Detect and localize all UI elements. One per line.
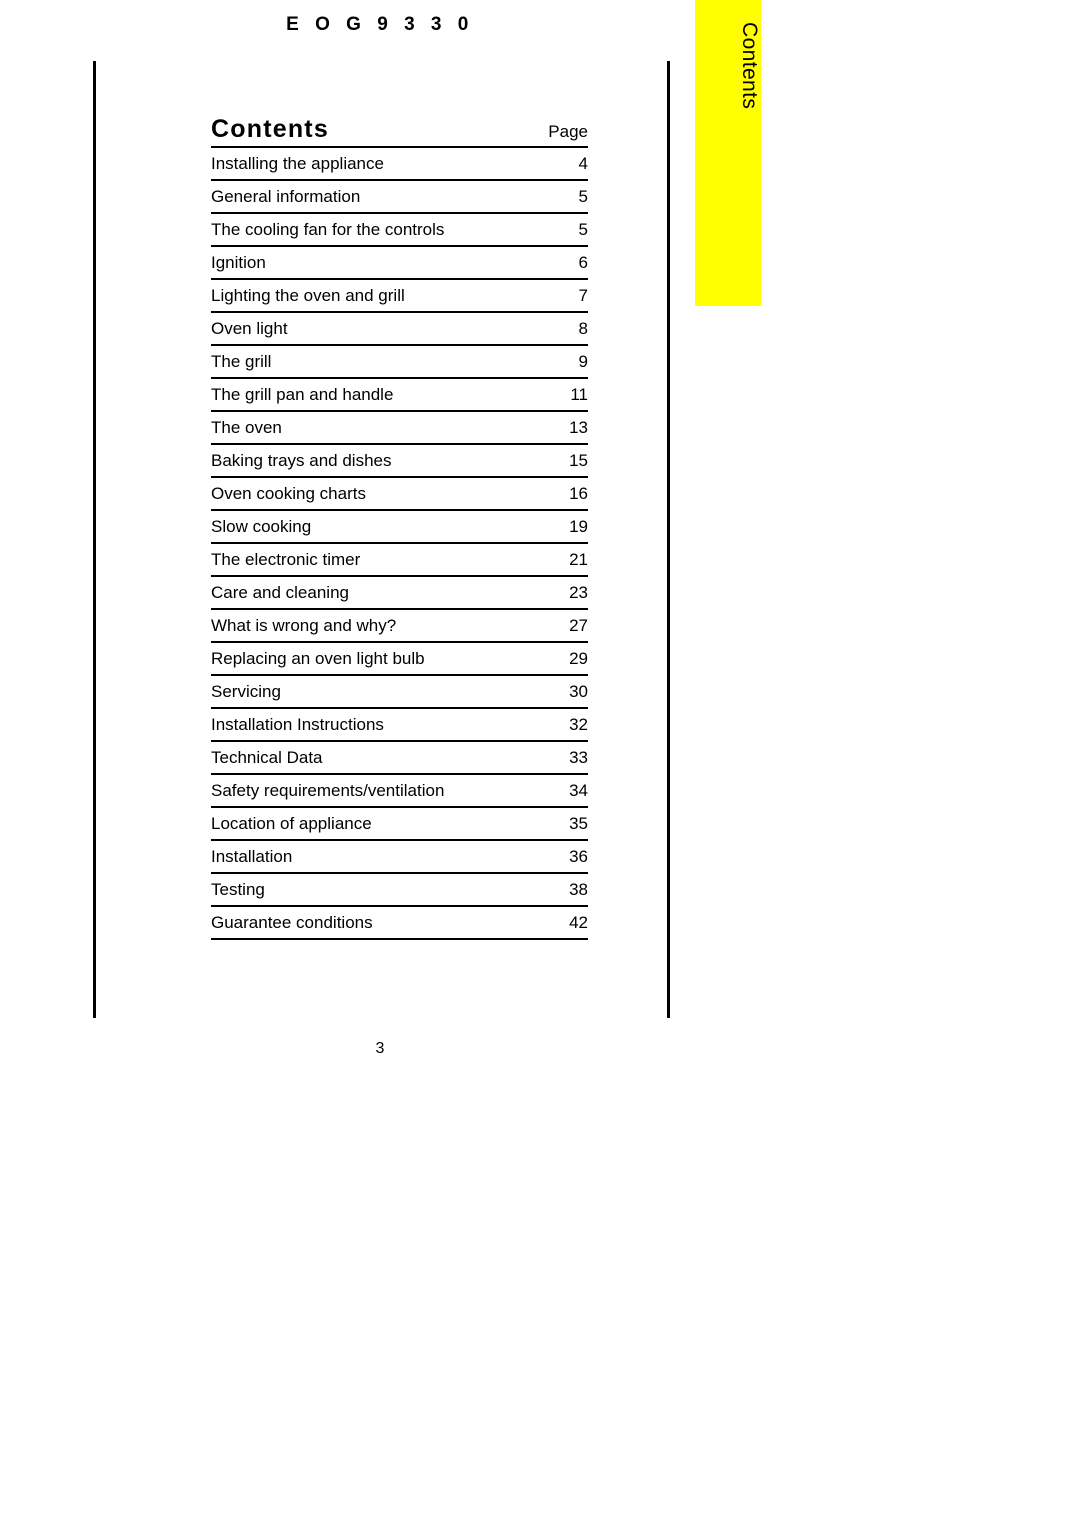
toc-entry-title: Technical Data [211,748,323,767]
toc-entry-title: Replacing an oven light bulb [211,649,425,668]
toc-entry-title: The oven [211,418,282,437]
table-row[interactable]: The oven 13 [211,411,588,444]
toc-entry-page: 33 [569,748,588,767]
toc-entry-page: 42 [569,913,588,932]
table-row[interactable]: Guarantee conditions 42 [211,906,588,939]
table-row[interactable]: The cooling fan for the controls 5 [211,213,588,246]
toc-entry-page: 5 [578,220,588,239]
toc-entry-title: The cooling fan for the controls [211,220,445,239]
toc-entry-page: 15 [569,451,588,470]
table-row[interactable]: Lighting the oven and grill 7 [211,279,588,312]
toc-entry-title: The electronic timer [211,550,361,569]
toc-entry-title: What is wrong and why? [211,616,397,635]
contents-section: Contents Page Installing the appliance 4 G… [211,108,588,940]
toc-entry-title: Oven cooking charts [211,484,366,503]
toc-entry-page: 23 [569,583,588,602]
toc-entry-page: 19 [569,517,588,536]
left-frame-rule [93,61,96,1018]
toc-entry-page: 5 [578,187,588,206]
toc-entry-title: Guarantee conditions [211,913,373,932]
table-row[interactable]: Technical Data 33 [211,741,588,774]
table-row[interactable]: Oven light 8 [211,312,588,345]
table-row[interactable]: General information 5 [211,180,588,213]
table-row[interactable]: Installation 36 [211,840,588,873]
toc-entry-page: 35 [569,814,588,833]
table-row[interactable]: Installing the appliance 4 [211,147,588,180]
toc-entry-title: Installation [211,847,293,866]
table-row[interactable]: Slow cooking 19 [211,510,588,543]
toc-entry-page: 8 [578,319,588,338]
running-header-model: E O G 9 3 3 0 [286,14,474,35]
toc-entry-title: Testing [211,880,265,899]
toc-entry-page: 34 [569,781,588,800]
toc-entry-page: 4 [578,154,588,173]
toc-entry-page: 36 [569,847,588,866]
toc-entry-page: 7 [578,286,588,305]
toc-entry-title: General information [211,187,361,206]
table-row[interactable]: Baking trays and dishes 15 [211,444,588,477]
toc-entry-title: Lighting the oven and grill [211,286,405,305]
toc-entry-title: Care and cleaning [211,583,349,602]
table-row[interactable]: Ignition 6 [211,246,588,279]
page-title: Contents [211,115,329,143]
table-row[interactable]: Oven cooking charts 16 [211,477,588,510]
toc-entry-title: Installing the appliance [211,154,384,173]
right-frame-rule [667,61,670,1018]
toc-entry-title: Slow cooking [211,517,312,536]
table-row[interactable]: Care and cleaning 23 [211,576,588,609]
table-row[interactable]: What is wrong and why? 27 [211,609,588,642]
table-row[interactable]: The grill pan and handle 11 [211,378,588,411]
toc-entry-page: 38 [569,880,588,899]
toc-entry-page: 16 [569,484,588,503]
table-of-contents: Installing the appliance 4 General informa… [211,146,588,940]
toc-entry-page: 27 [569,616,588,635]
table-row[interactable]: Testing 38 [211,873,588,906]
toc-entry-page: 9 [578,352,588,371]
table-row[interactable]: The electronic timer 21 [211,543,588,576]
toc-entry-title: Installation Instructions [211,715,384,734]
folio-page-number: 3 [375,1040,385,1057]
toc-entry-page: 11 [570,385,588,404]
table-row[interactable]: The grill 9 [211,345,588,378]
table-row[interactable]: Location of appliance 35 [211,807,588,840]
table-row[interactable]: Installation Instructions 32 [211,708,588,741]
toc-entry-title: Safety requirements/ventilation [211,781,445,800]
toc-entry-page: 6 [578,253,588,272]
toc-entry-page: 13 [569,418,588,437]
table-row[interactable]: Safety requirements/ventilation 34 [211,774,588,807]
toc-entry-title: Oven light [211,319,288,338]
toc-entry-title: Servicing [211,682,281,701]
toc-entry-page: 32 [569,715,588,734]
document-page: E O G 9 3 3 0 Contents Contents Page Ins… [0,0,1080,1528]
toc-entry-page: 21 [569,550,588,569]
page-column-header: Page [548,122,588,141]
toc-entry-title: The grill [211,352,272,371]
chapter-thumb-tab: Contents [695,0,761,306]
contents-header-row: Contents Page [211,108,588,142]
toc-entry-page: 29 [569,649,588,668]
toc-entry-title: The grill pan and handle [211,385,394,404]
toc-entry-title: Ignition [211,253,266,272]
table-row[interactable]: Replacing an oven light bulb 29 [211,642,588,675]
toc-entry-title: Location of appliance [211,814,372,833]
chapter-thumb-tab-label: Contents [738,22,761,110]
table-row[interactable]: Servicing 30 [211,675,588,708]
toc-entry-title: Baking trays and dishes [211,451,392,470]
toc-entry-page: 30 [569,682,588,701]
